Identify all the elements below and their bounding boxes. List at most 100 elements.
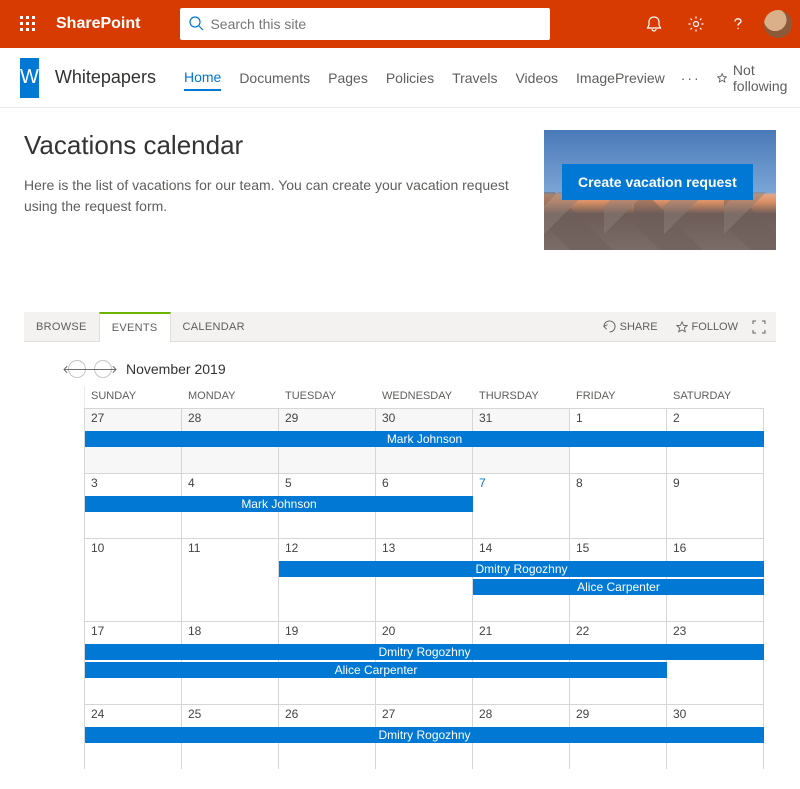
date-cell[interactable]: 8 (570, 474, 667, 494)
date-cell[interactable]: 15 (570, 539, 667, 559)
search-input[interactable] (210, 16, 542, 32)
page-title: Vacations calendar (24, 130, 524, 161)
date-cell[interactable]: 6 (376, 474, 473, 494)
sitenav-item-videos[interactable]: Videos (515, 66, 558, 90)
nav-overflow-icon[interactable]: ··· (681, 70, 701, 86)
suite-bar: SharePoint (0, 0, 800, 48)
date-cell[interactable]: 28 (473, 705, 570, 725)
next-month-button[interactable]: 🡒 (94, 360, 112, 378)
sitenav-item-policies[interactable]: Policies (386, 66, 434, 90)
sitenav-item-travels[interactable]: Travels (452, 66, 497, 90)
ribbon-bar: BROWSEEVENTSCALENDAR SHARE FOLLOW (24, 312, 776, 342)
date-cell[interactable]: 28 (182, 409, 279, 429)
page-content: Vacations calendar Here is the list of v… (0, 108, 800, 769)
day-header: SUNDAY (85, 386, 182, 408)
date-cell[interactable]: 29 (570, 705, 667, 725)
app-launcher-icon[interactable] (8, 4, 48, 44)
site-nav: Home Documents Pages Policies Travels Videos I… (184, 65, 665, 91)
date-cell[interactable]: 24 (85, 705, 182, 725)
calendar-week: 10111213141516 Dmitry Rogozhny Alice Carpe… (84, 538, 764, 621)
page-description: Here is the list of vacations for our te… (24, 175, 524, 217)
sitenav-item-pages[interactable]: Pages (328, 66, 368, 90)
date-cell[interactable]: 22 (570, 622, 667, 642)
date-cell[interactable]: 19 (279, 622, 376, 642)
share-label: SHARE (620, 321, 658, 333)
date-cell[interactable]: 18 (182, 622, 279, 642)
calendar-event[interactable]: Alice Carpenter (85, 662, 667, 678)
date-cell[interactable]: 29 (279, 409, 376, 429)
follow-button[interactable]: FOLLOW (668, 312, 746, 341)
site-logo[interactable]: W (20, 58, 39, 98)
hero: Vacations calendar Here is the list of v… (24, 130, 776, 250)
follow-label: Not following (733, 62, 791, 94)
date-cell[interactable]: 9 (667, 474, 764, 494)
date-cell[interactable]: 3 (85, 474, 182, 494)
calendar-event[interactable]: Mark Johnson (85, 496, 473, 512)
follow-toggle[interactable]: Not following (717, 62, 791, 94)
date-cell[interactable]: 17 (85, 622, 182, 642)
date-cell[interactable]: 5 (279, 474, 376, 494)
date-cell[interactable]: 23 (667, 622, 764, 642)
date-cell[interactable]: 30 (376, 409, 473, 429)
calendar-event[interactable]: Dmitry Rogozhny (85, 727, 764, 743)
create-request-button[interactable]: Create vacation request (562, 164, 753, 200)
day-header: THURSDAY (473, 386, 570, 408)
sitenav-item-documents[interactable]: Documents (239, 66, 310, 90)
date-cell[interactable]: 16 (667, 539, 764, 559)
date-cell[interactable]: 30 (667, 705, 764, 725)
date-cell[interactable]: 12 (279, 539, 376, 559)
search-box[interactable] (180, 8, 550, 40)
calendar-week: 3456789 Mark Johnson (84, 473, 764, 538)
ribbon-tab-events[interactable]: EVENTS (99, 312, 171, 342)
calendar-week: 17181920212223 Dmitry Rogozhny Alice Carpe… (84, 621, 764, 704)
date-cell[interactable]: 10 (85, 539, 182, 559)
date-cell[interactable]: 27 (376, 705, 473, 725)
date-cell[interactable]: 21 (473, 622, 570, 642)
date-cell[interactable]: 14 (473, 539, 570, 559)
date-cell[interactable]: 31 (473, 409, 570, 429)
date-cell[interactable]: 4 (182, 474, 279, 494)
date-cell[interactable]: 11 (182, 539, 279, 559)
calendar-event[interactable]: Mark Johnson (85, 431, 764, 447)
calendar-week: 272829303112 Mark Johnson (84, 408, 764, 473)
hero-image: Create vacation request (544, 130, 776, 250)
date-cell[interactable]: 13 (376, 539, 473, 559)
notifications-icon[interactable] (634, 4, 674, 44)
date-cell[interactable]: 25 (182, 705, 279, 725)
sitenav-item-imagepreview[interactable]: ImagePreview (576, 66, 665, 90)
sitenav-item-home[interactable]: Home (184, 65, 221, 91)
search-icon (188, 15, 204, 34)
date-cell[interactable]: 27 (85, 409, 182, 429)
prev-month-button[interactable]: 🡐 (68, 360, 86, 378)
ribbon-tab-calendar[interactable]: CALENDAR (171, 312, 257, 341)
date-cell[interactable]: 26 (279, 705, 376, 725)
date-cell[interactable]: 7 (473, 474, 570, 494)
settings-icon[interactable] (676, 4, 716, 44)
day-header: MONDAY (182, 386, 279, 408)
calendar-event[interactable]: Alice Carpenter (473, 579, 764, 595)
follow-label: FOLLOW (692, 321, 738, 333)
brand-label: SharePoint (56, 15, 140, 33)
ribbon-tab-browse[interactable]: BROWSE (24, 312, 99, 341)
day-header: WEDNESDAY (376, 386, 473, 408)
calendar-event[interactable]: Dmitry Rogozhny (279, 561, 764, 577)
calendar-event[interactable]: Dmitry Rogozhny (85, 644, 764, 660)
focus-icon[interactable] (748, 312, 770, 341)
calendar-webpart: BROWSEEVENTSCALENDAR SHARE FOLLOW 🡐 🡒 No… (24, 312, 776, 769)
calendar-week: 24252627282930 Dmitry Rogozhny (84, 704, 764, 769)
date-cell[interactable]: 1 (570, 409, 667, 429)
site-title[interactable]: Whitepapers (55, 67, 156, 88)
site-header: W Whitepapers Home Documents Pages Policies… (0, 48, 800, 108)
day-header-row: SUNDAYMONDAYTUESDAYWEDNESDAYTHURSDAYFRID… (84, 386, 764, 408)
suitebar-actions (634, 4, 792, 44)
calendar-nav: 🡐 🡒 November 2019 (24, 342, 776, 386)
calendar-grid: SUNDAYMONDAYTUESDAYWEDNESDAYTHURSDAYFRID… (84, 386, 764, 769)
user-avatar[interactable] (764, 10, 792, 38)
date-cell[interactable]: 2 (667, 409, 764, 429)
help-icon[interactable] (718, 4, 758, 44)
day-header: TUESDAY (279, 386, 376, 408)
day-header: SATURDAY (667, 386, 764, 408)
share-button[interactable]: SHARE (595, 312, 666, 341)
day-header: FRIDAY (570, 386, 667, 408)
date-cell[interactable]: 20 (376, 622, 473, 642)
